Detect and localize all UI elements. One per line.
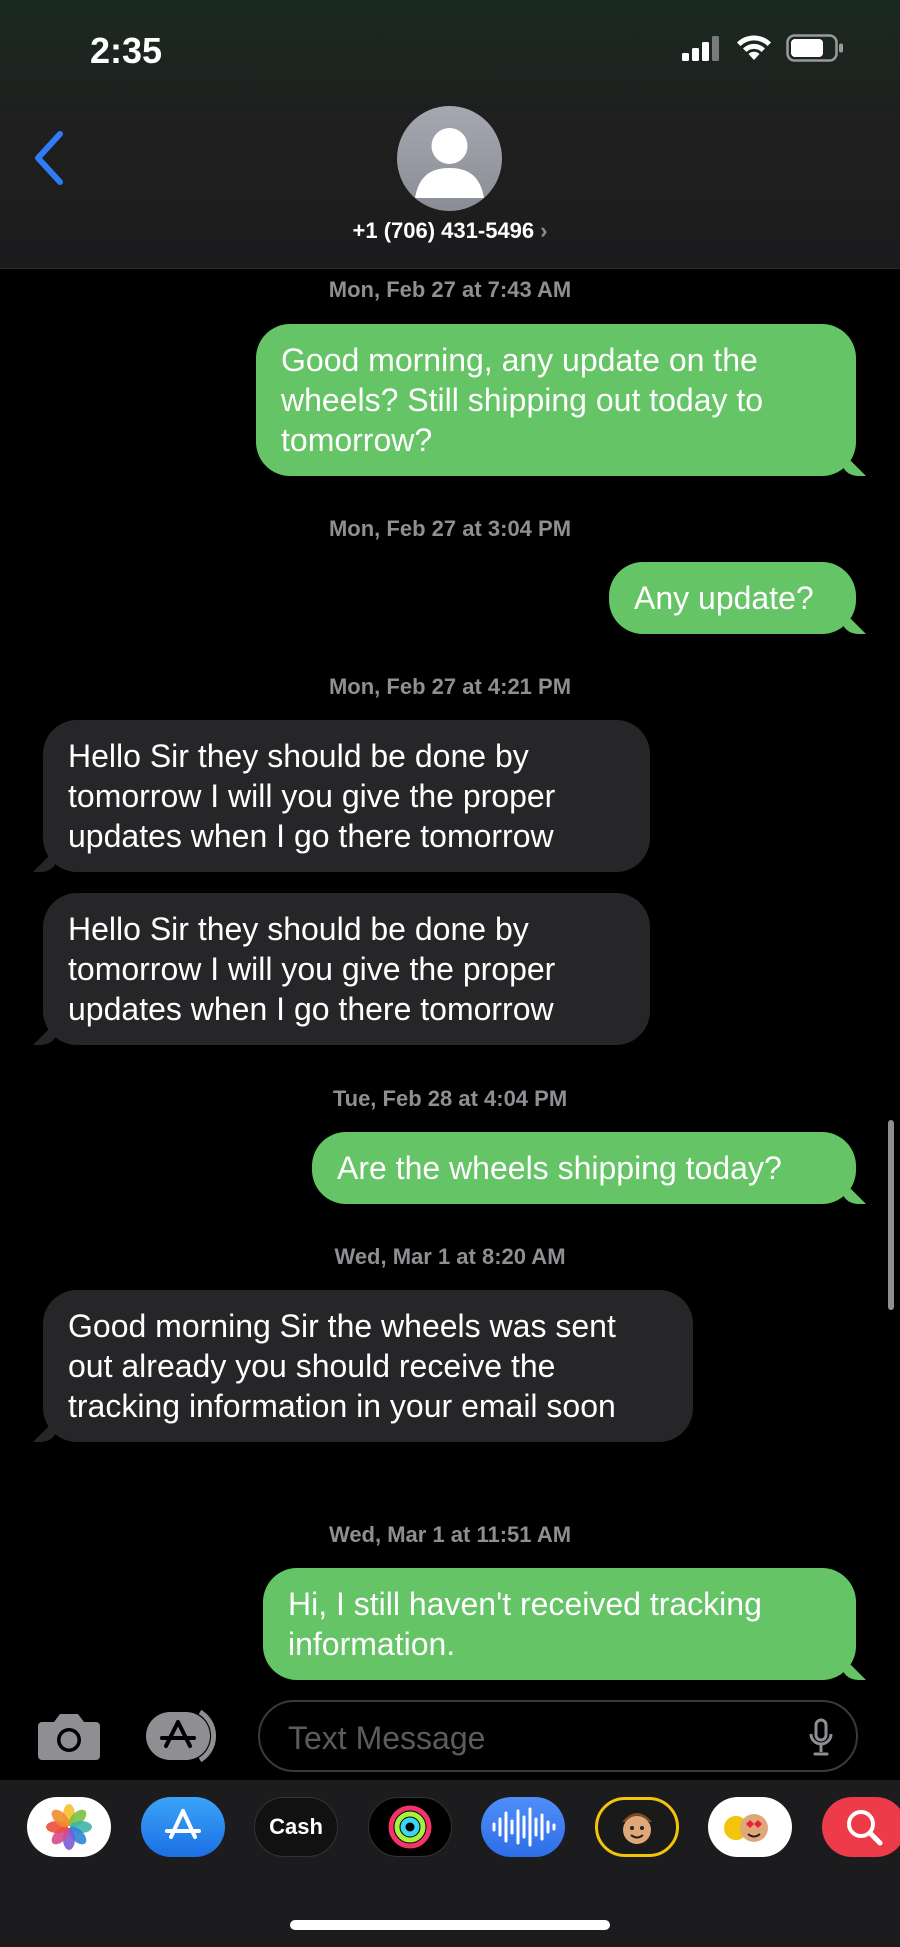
apple-cash-label: Cash [269,1814,323,1839]
status-time: 2:35 [90,30,163,71]
person-silhouette-icon [415,128,484,198]
home-indicator[interactable] [290,1920,610,1930]
wifi-icon [737,35,771,60]
timestamp: Wed, Mar 1 at 8:20 AM [334,1244,566,1269]
message-input[interactable]: Text Message [258,1700,858,1772]
memoji-stickers-icon[interactable] [708,1797,792,1857]
memoji-icon[interactable] [595,1797,679,1857]
camera-icon[interactable] [36,1710,102,1762]
audio-message-icon[interactable] [481,1797,565,1857]
magnifier-glyph [847,1810,883,1846]
contact-chevron-icon: › [540,218,548,243]
image-search-icon[interactable] [822,1797,900,1857]
cellular-signal-icon [682,36,719,61]
microphone-icon[interactable] [808,1718,834,1758]
timestamp: Mon, Feb 27 at 7:43 AM [328,277,572,302]
timestamp: Mon, Feb 27 at 3:04 PM [328,516,572,541]
fitness-icon[interactable] [368,1797,452,1857]
received-message[interactable]: Hello Sir they should be done by tomorro… [43,893,650,1045]
app-store-glyph [165,1809,201,1839]
app-store-drawer-icon[interactable] [144,1708,224,1764]
battery-icon [786,34,843,62]
photos-icon[interactable] [27,1797,111,1857]
sent-message[interactable]: Are the wheels shipping today? [312,1132,856,1204]
timestamp: Tue, Feb 28 at 4:04 PM [332,1086,568,1111]
app-store-icon[interactable] [141,1797,225,1857]
stickers-glyph [724,1814,768,1842]
timestamp: Mon, Feb 27 at 4:21 PM [328,674,572,699]
contact-name[interactable]: +1 (706) 431-5496 › [0,218,900,244]
message-thread[interactable]: Mon, Feb 27 at 7:43 AM Good morning, any… [0,268,900,1688]
received-message[interactable]: Good morning Sir the wheels was sent out… [43,1290,693,1442]
sent-message[interactable]: Any update? [609,562,856,634]
back-chevron-icon[interactable] [30,128,70,188]
message-input-placeholder: Text Message [288,1720,486,1756]
waveform-glyph [492,1807,556,1847]
composer-bar: Text Message [0,1688,900,1780]
scroll-indicator[interactable] [888,1120,894,1310]
contact-avatar[interactable] [397,106,502,211]
sent-message[interactable]: Good morning, any update on the wheels? … [256,324,856,476]
sent-message[interactable]: Hi, I still haven't received tracking in… [263,1568,856,1680]
memoji-face-glyph [622,1813,652,1844]
status-icons [682,34,844,62]
contact-number: +1 (706) 431-5496 [352,218,535,243]
apple-cash-icon[interactable]: Cash [254,1797,338,1857]
imessage-app-bar: Cash [0,1780,900,1947]
conversation-header: 2:35 +1 (706) 431-5496 › [0,0,900,269]
received-message[interactable]: Hello Sir they should be done by tomorro… [43,720,650,872]
timestamp: Wed, Mar 1 at 11:51 AM [328,1522,572,1547]
activity-rings-glyph [388,1805,432,1849]
photos-flower-glyph [46,1804,92,1850]
